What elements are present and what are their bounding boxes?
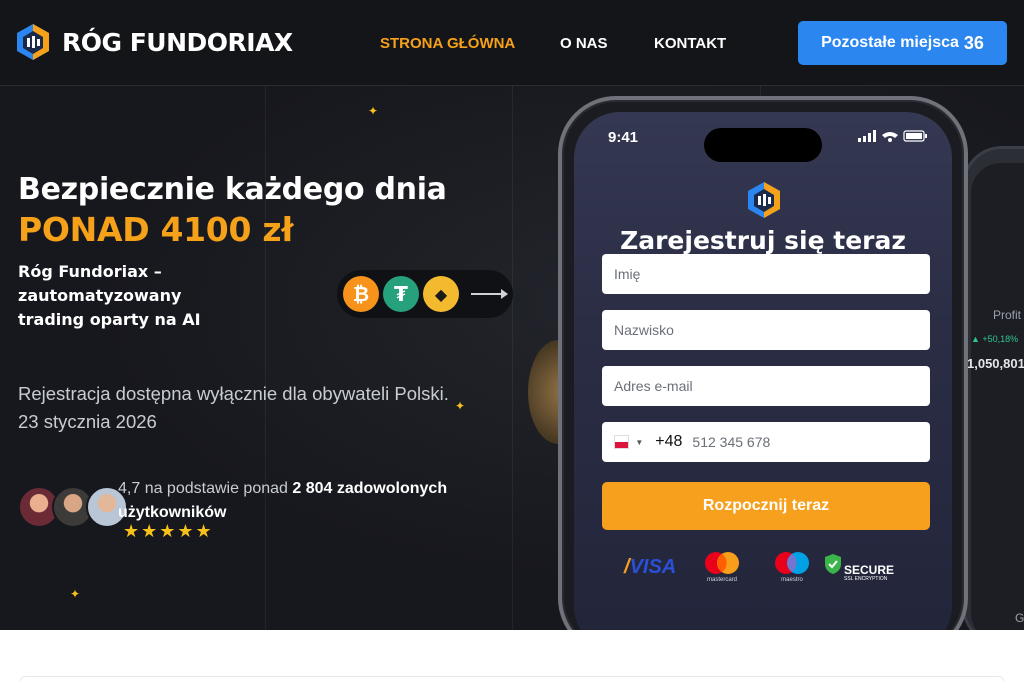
rating-stars: ★★★★★ bbox=[123, 521, 214, 542]
phone-notch bbox=[704, 128, 822, 162]
nav-about[interactable]: O NAS bbox=[560, 35, 608, 52]
visa-logo: /VISA bbox=[624, 556, 677, 578]
grid-line bbox=[265, 86, 266, 630]
secure-title: SECURE bbox=[844, 563, 895, 577]
hero-subtitle: Róg Fundoriax – zautomatyzowany trading … bbox=[18, 262, 201, 329]
hero-amount: PONAD 4100 zł bbox=[18, 210, 294, 249]
below-fold-section bbox=[0, 630, 1024, 681]
sparkle-icon: ✦ bbox=[368, 104, 379, 118]
email-input[interactable] bbox=[614, 378, 918, 394]
mastercard-logo-icon bbox=[705, 552, 739, 574]
last-name-field[interactable] bbox=[602, 310, 930, 350]
content-card bbox=[20, 676, 1004, 681]
poland-flag-icon[interactable] bbox=[614, 435, 630, 449]
rating-summary: 4,7 na podstawie ponad 2 804 zadowolonyc… bbox=[118, 477, 488, 525]
secondary-phone: Profit ▲ +50,18% 1,050,801 Go bbox=[962, 146, 1024, 630]
registration-date: 23 stycznia 2026 bbox=[18, 411, 157, 432]
first-name-field[interactable] bbox=[602, 254, 930, 294]
secure-subtitle: SSL ENCRYPTION bbox=[844, 576, 888, 582]
visa-text: VISA bbox=[629, 556, 677, 578]
chevron-down-icon[interactable]: ▼ bbox=[635, 438, 643, 447]
rating-prefix: 4,7 na podstawie ponad bbox=[118, 480, 288, 497]
phone-screen: 9:41 Zarejestruj się teraz Imię Nazwisko… bbox=[574, 112, 952, 630]
nav-home[interactable]: STRONA GŁÓWNA bbox=[380, 35, 515, 52]
grid-line bbox=[512, 86, 513, 630]
remaining-spots-count: 36 bbox=[963, 32, 984, 53]
remaining-spots-button[interactable]: Pozostałe miejsca 36 bbox=[798, 21, 1007, 65]
form-title: Zarejestruj się teraz bbox=[620, 226, 906, 255]
balance-value: 1,050,801 bbox=[967, 356, 1024, 371]
crypto-coins-strip: ₿ ₮ ◆ bbox=[337, 270, 513, 318]
start-now-button[interactable]: Rozpocznij teraz bbox=[602, 482, 930, 530]
brand-name[interactable]: RÓG FUNDORIAX bbox=[62, 28, 293, 57]
registration-note: Rejestracja dostępna wyłącznie dla obywa… bbox=[18, 383, 449, 404]
shield-check-icon bbox=[825, 554, 841, 574]
maestro-logo-icon bbox=[775, 552, 809, 574]
nav-contact[interactable]: KONTAKT bbox=[654, 35, 726, 52]
mastercard-label: mastercard bbox=[706, 577, 737, 583]
hero-title: Bezpiecznie każdego dnia bbox=[18, 172, 447, 207]
status-time: 9:41 bbox=[608, 129, 639, 146]
app-logo-icon bbox=[748, 182, 780, 218]
profit-label: Profit bbox=[993, 308, 1022, 322]
sparkle-icon: ✦ bbox=[70, 587, 81, 601]
binance-icon: ◆ bbox=[423, 276, 459, 312]
arrow-right-icon bbox=[471, 289, 508, 299]
secondary-phone-screen: Profit ▲ +50,18% 1,050,801 Go bbox=[967, 163, 1024, 630]
tether-icon: ₮ bbox=[383, 276, 419, 312]
ssl-badge: SECURE SSL ENCRYPTION bbox=[844, 564, 894, 583]
remaining-spots-label: Pozostałe miejsca bbox=[821, 34, 959, 51]
hero-section: RÓG FUNDORIAX STRONA GŁÓWNA O NAS KONTAK… bbox=[0, 0, 1024, 630]
country-code: +48 bbox=[655, 433, 683, 450]
email-field[interactable] bbox=[602, 366, 930, 406]
registration-phone: 9:41 Zarejestruj się teraz Imię Nazwisko… bbox=[558, 96, 968, 630]
sparkle-icon: ✦ bbox=[455, 399, 466, 413]
site-header: RÓG FUNDORIAX STRONA GŁÓWNA O NAS KONTAK… bbox=[0, 0, 1024, 86]
phone-field[interactable]: ▼ +48 bbox=[602, 422, 930, 462]
first-name-input[interactable] bbox=[614, 266, 918, 282]
last-name-input[interactable] bbox=[614, 322, 918, 338]
bitcoin-icon: ₿ bbox=[343, 276, 379, 312]
status-bar-icons bbox=[858, 130, 927, 142]
profit-change: ▲ +50,18% bbox=[971, 334, 1019, 344]
brand-logo-icon[interactable] bbox=[16, 23, 50, 61]
phone2-footer: Go bbox=[1015, 611, 1024, 625]
phone-input[interactable] bbox=[692, 434, 918, 450]
maestro-label: maestro bbox=[781, 577, 803, 583]
registration-info: Rejestracja dostępna wyłącznie dla obywa… bbox=[18, 380, 449, 436]
